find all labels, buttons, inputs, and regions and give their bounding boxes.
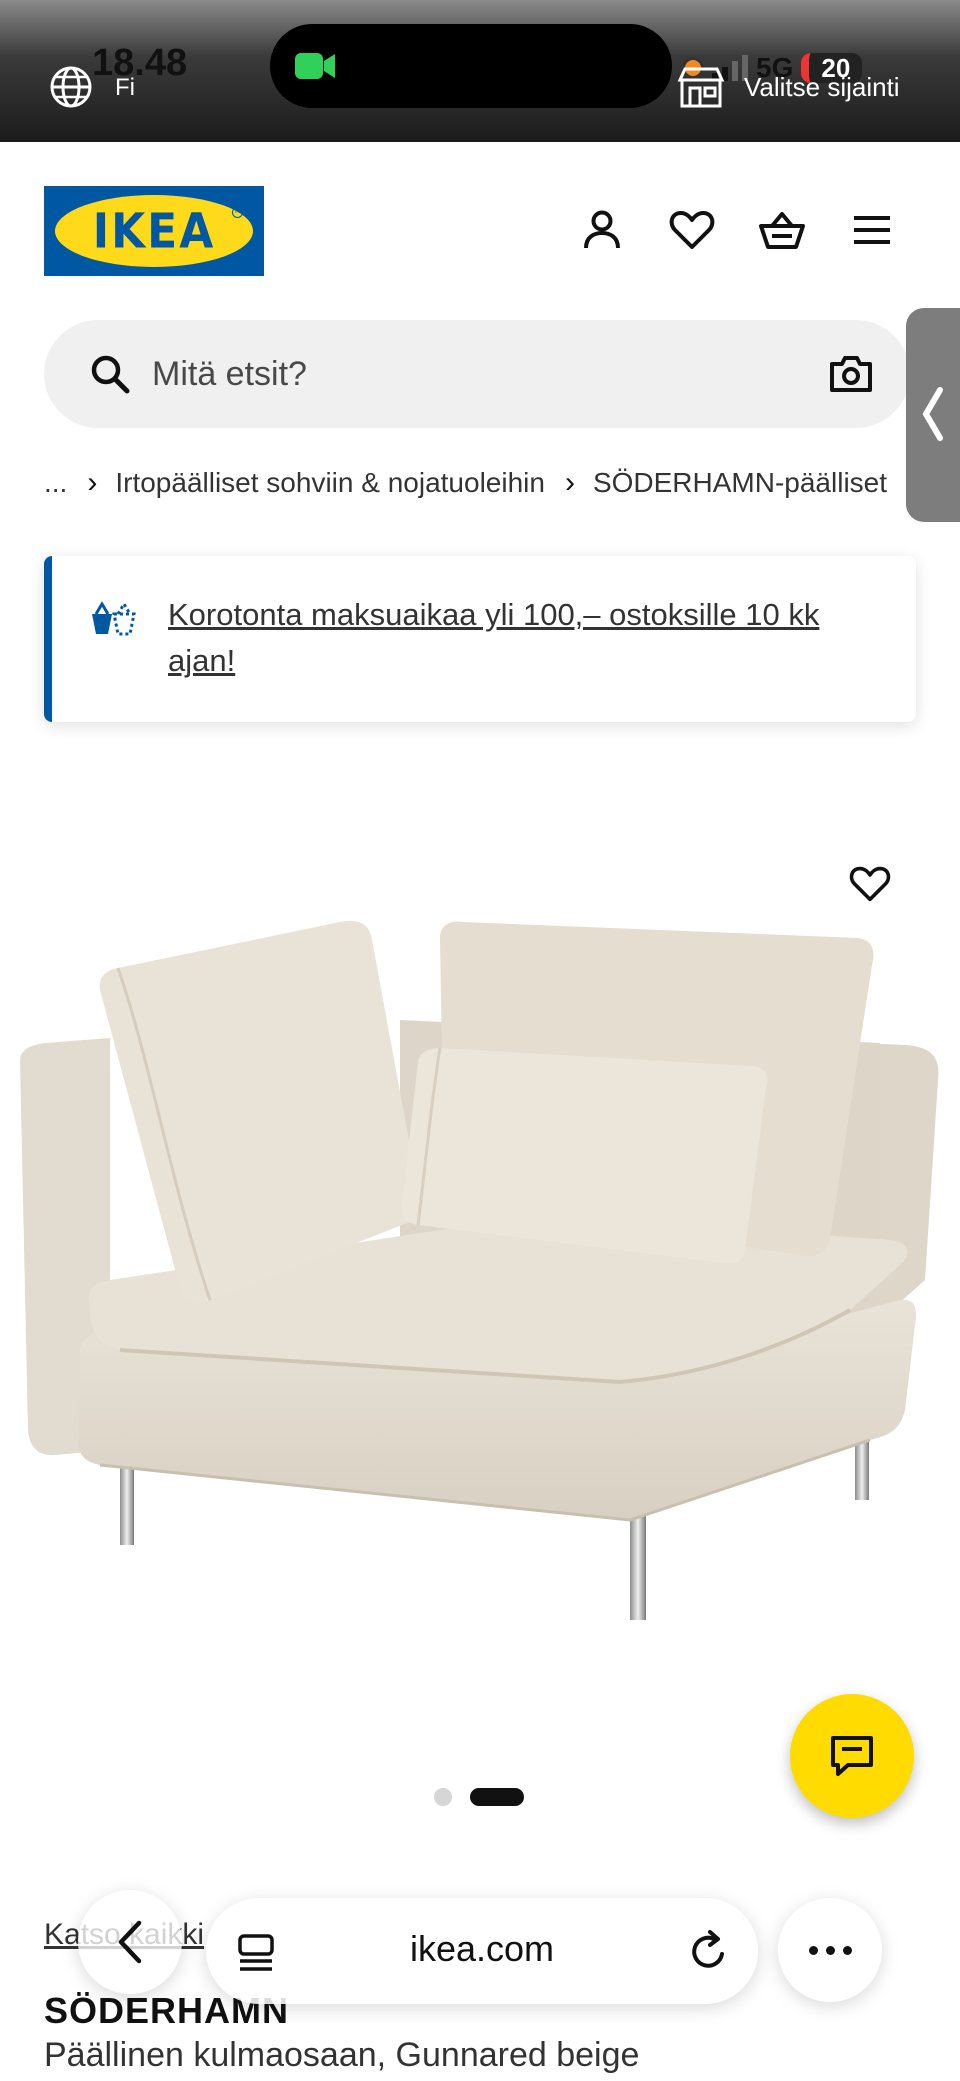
breadcrumb: ... › Irtopäälliset sohviin & nojatuolei… <box>44 462 887 504</box>
registered-mark: R <box>232 207 243 218</box>
browser-address-bar[interactable]: ikea.com <box>206 1898 758 2004</box>
account-icon <box>584 210 620 249</box>
breadcrumb-item[interactable]: ... <box>44 467 67 499</box>
basket-icon <box>759 212 805 249</box>
dynamic-island <box>270 24 672 108</box>
browser-back-button[interactable] <box>78 1890 182 1994</box>
heart-icon <box>849 866 891 902</box>
cart-button[interactable] <box>756 204 808 256</box>
side-panel-handle[interactable] <box>906 308 960 522</box>
status-bar: 18.48 Fi 5G 20 Valitse sijainti <box>0 0 960 142</box>
chat-button[interactable] <box>790 1694 914 1818</box>
store-location-label[interactable]: Valitse sijainti <box>744 72 900 103</box>
globe-icon[interactable] <box>48 64 94 110</box>
logo-ellipse: IKEA R <box>55 195 253 267</box>
chat-icon <box>831 1736 873 1776</box>
chevron-right-icon: › <box>564 466 575 499</box>
menu-button[interactable] <box>846 204 898 256</box>
add-to-wishlist-button[interactable] <box>842 856 898 912</box>
breadcrumb-item[interactable]: SÖDERHAMN-päälliset <box>593 467 887 499</box>
language-label[interactable]: Fi <box>115 74 135 102</box>
more-dot <box>808 1945 818 1955</box>
pagination-dot-active[interactable] <box>470 1788 524 1806</box>
promo-link[interactable]: Korotonta maksuaikaa yli 100,– ostoksill… <box>168 592 888 684</box>
chevron-right-icon: › <box>87 466 98 499</box>
page: 18.48 Fi 5G 20 Valitse sijainti IKEA R M… <box>0 0 960 2081</box>
favourites-button[interactable] <box>666 204 718 256</box>
image-pagination <box>434 1788 524 1806</box>
logo-text: IKEA <box>92 202 216 260</box>
chevron-left-icon <box>922 387 943 441</box>
search-icon[interactable] <box>86 350 134 398</box>
browser-more-button[interactable] <box>778 1898 882 2002</box>
heart-icon <box>669 211 715 249</box>
reload-icon[interactable] <box>686 1928 730 1974</box>
store-icon[interactable] <box>676 66 726 108</box>
facetime-indicator-icon <box>295 53 335 79</box>
camera-search-icon[interactable] <box>828 352 874 396</box>
ikea-logo[interactable]: IKEA R <box>44 186 264 276</box>
basket-payment-icon <box>92 601 136 636</box>
more-dot <box>842 1945 852 1955</box>
status-time: 18.48 <box>92 42 188 84</box>
product-image[interactable] <box>0 760 960 1680</box>
pagination-dot[interactable] <box>434 1788 452 1806</box>
breadcrumb-item[interactable]: Irtopäälliset sohviin & nojatuoleihin <box>115 467 545 499</box>
browser-url[interactable]: ikea.com <box>206 1928 758 1970</box>
menu-icon <box>854 216 890 244</box>
search-bar[interactable] <box>44 320 910 428</box>
product-description: Päällinen kulmaosaan, Gunnared beige <box>44 2036 640 2074</box>
search-input[interactable] <box>152 344 752 404</box>
account-button[interactable] <box>576 204 628 256</box>
more-dot <box>825 1945 835 1955</box>
chevron-left-icon <box>118 1920 142 1964</box>
promo-banner[interactable]: Korotonta maksuaikaa yli 100,– ostoksill… <box>44 556 916 722</box>
